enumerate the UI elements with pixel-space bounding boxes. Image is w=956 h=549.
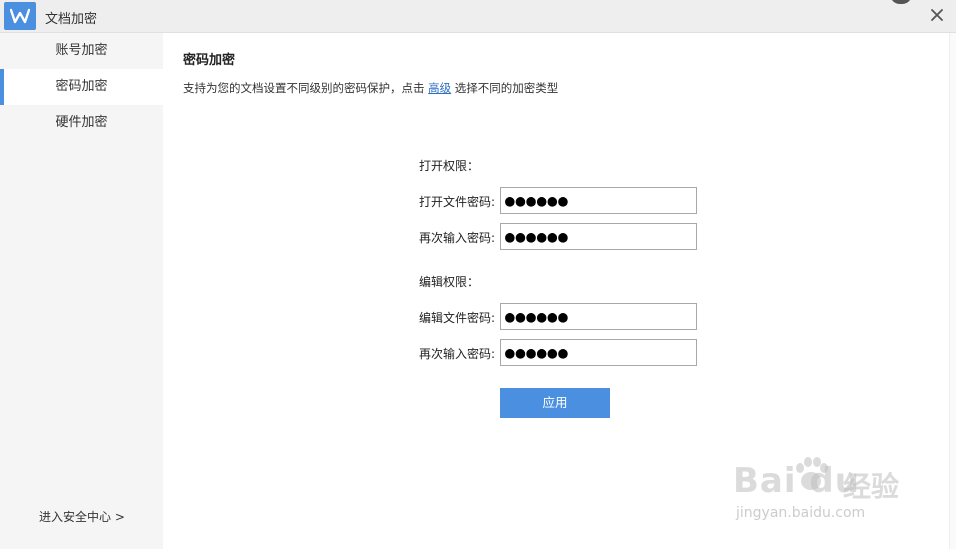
watermark-brand-cn: 经验: [843, 470, 900, 503]
window-edge: [949, 33, 956, 549]
open-confirm-password-label: 再次输入密码:: [419, 231, 496, 245]
wps-logo-icon: [4, 2, 36, 30]
advanced-link[interactable]: 高级: [428, 81, 451, 95]
paw-icon: [796, 457, 828, 490]
baidu-watermark: Bai du 经验 jingyan.baidu.com: [733, 455, 908, 527]
open-confirm-password-input[interactable]: ●●●●●●: [500, 223, 697, 250]
description-suffix: 选择不同的加密类型: [451, 81, 559, 95]
description-text: 支持为您的文档设置不同级别的密码保护，点击 高级 选择不同的加密类型: [183, 80, 558, 96]
sidebar-item-hardware-encryption[interactable]: 硬件加密: [0, 105, 163, 141]
sidebar-item-account-encryption[interactable]: 账号加密: [0, 33, 163, 69]
edit-confirm-password-label: 再次输入密码:: [419, 347, 496, 361]
title-bar: 文档加密: [0, 0, 956, 33]
sidebar-item-password-encryption[interactable]: 密码加密: [0, 69, 163, 105]
edit-confirm-password-input[interactable]: ●●●●●●: [500, 339, 697, 366]
decorative-shape: [890, 0, 912, 4]
edit-permission-label: 编辑权限：: [419, 275, 480, 289]
close-icon[interactable]: [928, 6, 946, 24]
description-prefix: 支持为您的文档设置不同级别的密码保护，点击: [183, 81, 429, 95]
window-title: 文档加密: [45, 12, 98, 27]
sidebar: 账号加密 密码加密 硬件加密: [0, 33, 163, 549]
apply-button[interactable]: 应用: [500, 388, 610, 418]
open-password-input[interactable]: ●●●●●●: [500, 187, 697, 214]
edit-password-label: 编辑文件密码:: [419, 311, 496, 325]
page-title: 密码加密: [183, 53, 236, 68]
security-center-link[interactable]: 进入安全中心 >: [39, 508, 125, 525]
open-permission-label: 打开权限：: [419, 159, 480, 173]
edit-password-input[interactable]: ●●●●●●: [500, 303, 697, 330]
open-password-label: 打开文件密码:: [419, 195, 496, 209]
watermark-url: jingyan.baidu.com: [736, 505, 866, 521]
